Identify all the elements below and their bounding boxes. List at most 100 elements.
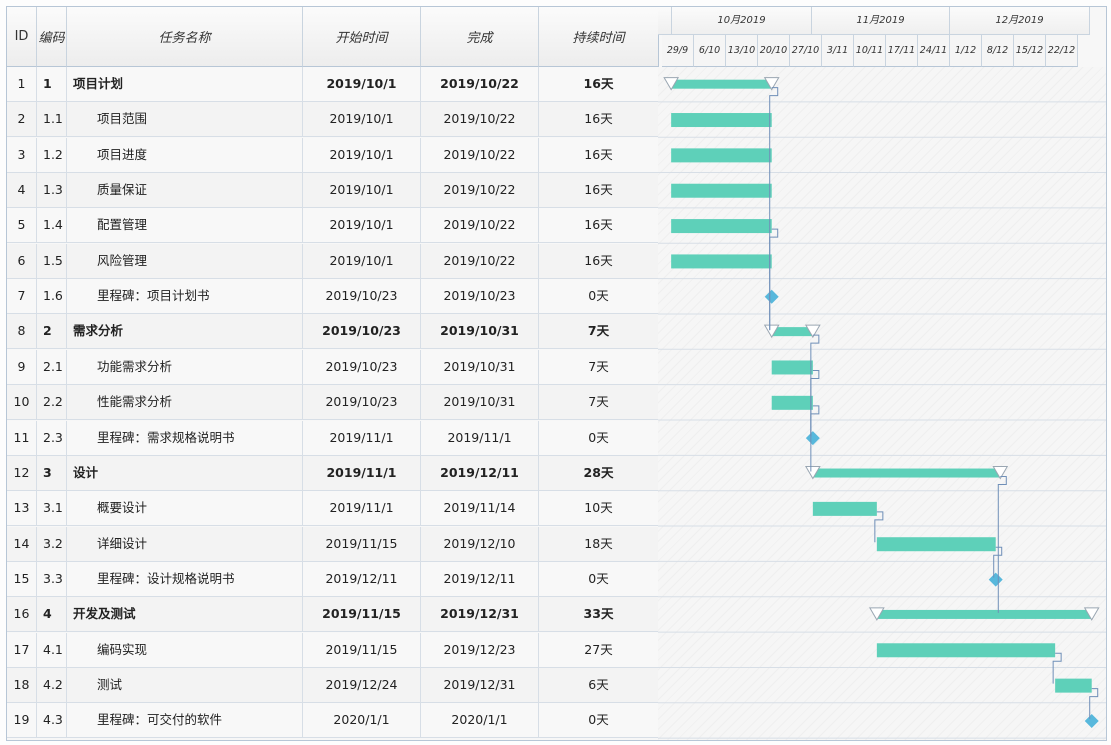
column-header-id[interactable]: ID xyxy=(7,7,37,67)
task-name[interactable]: 需求分析 xyxy=(67,314,303,349)
table-row[interactable]: 17 4.1 编码实现 2019/11/15 2019/12/23 27天 xyxy=(7,632,658,668)
task-end[interactable]: 2019/10/23 xyxy=(421,279,539,314)
table-row[interactable]: 3 1.2 项目进度 2019/10/1 2019/10/22 16天 xyxy=(7,137,658,173)
task-bar[interactable] xyxy=(771,360,813,375)
summary-bar[interactable] xyxy=(771,327,813,337)
task-name[interactable]: 风险管理 xyxy=(67,243,303,278)
table-row[interactable]: 6 1.5 风险管理 2019/10/1 2019/10/22 16天 xyxy=(7,243,658,279)
task-duration[interactable]: 16天 xyxy=(539,102,658,136)
task-duration[interactable]: 7天 xyxy=(539,385,658,419)
column-header-duration[interactable]: 持续时间 xyxy=(539,7,658,67)
task-duration[interactable]: 6天 xyxy=(539,668,658,702)
task-start[interactable]: 2019/11/1 xyxy=(303,455,421,490)
task-start[interactable]: 2019/11/15 xyxy=(303,632,421,667)
task-end[interactable]: 2019/10/22 xyxy=(421,137,539,172)
task-duration[interactable]: 16天 xyxy=(539,208,658,242)
task-end[interactable]: 2019/10/22 xyxy=(421,208,539,243)
table-row[interactable]: 1 1 项目计划 2019/10/1 2019/10/22 16天 xyxy=(7,67,658,102)
task-name[interactable]: 里程碑：设计规格说明书 xyxy=(67,561,303,596)
column-header-code[interactable]: 编码 xyxy=(37,7,67,67)
task-duration[interactable]: 16天 xyxy=(539,138,658,172)
task-name[interactable]: 项目计划 xyxy=(67,67,303,101)
task-end[interactable]: 2019/10/31 xyxy=(421,349,539,384)
task-duration[interactable]: 33天 xyxy=(539,597,658,631)
table-row[interactable]: 15 3.3 里程碑：设计规格说明书 2019/12/11 2019/12/11 0天 xyxy=(7,561,658,597)
task-name[interactable]: 编码实现 xyxy=(67,632,303,667)
column-header-start[interactable]: 开始时间 xyxy=(303,7,421,67)
task-name[interactable]: 项目范围 xyxy=(67,102,303,137)
summary-bar[interactable] xyxy=(812,468,1001,478)
task-end[interactable]: 2019/10/31 xyxy=(421,385,539,420)
task-name[interactable]: 项目进度 xyxy=(67,137,303,172)
task-bar[interactable] xyxy=(671,219,772,234)
table-row[interactable]: 12 3 设计 2019/11/1 2019/12/11 28天 xyxy=(7,455,658,491)
task-start[interactable]: 2019/10/1 xyxy=(303,67,421,101)
task-end[interactable]: 2019/10/22 xyxy=(421,67,539,101)
table-row[interactable]: 10 2.2 性能需求分析 2019/10/23 2019/10/31 7天 xyxy=(7,385,658,421)
task-name[interactable]: 里程碑：项目计划书 xyxy=(67,279,303,314)
table-row[interactable]: 7 1.6 里程碑：项目计划书 2019/10/23 2019/10/23 0天 xyxy=(7,279,658,315)
dependency-link[interactable] xyxy=(997,476,1007,613)
column-header-name[interactable]: 任务名称 xyxy=(67,7,303,67)
table-row[interactable]: 5 1.4 配置管理 2019/10/1 2019/10/22 16天 xyxy=(7,208,658,244)
task-name[interactable]: 设计 xyxy=(67,455,303,490)
milestone-marker[interactable] xyxy=(1084,713,1099,728)
task-bar[interactable] xyxy=(876,537,996,552)
task-end[interactable]: 2019/12/11 xyxy=(421,561,539,596)
task-end[interactable]: 2019/12/31 xyxy=(421,667,539,702)
task-start[interactable]: 2019/10/23 xyxy=(303,349,421,384)
task-bar[interactable] xyxy=(812,501,877,516)
task-duration[interactable]: 0天 xyxy=(539,703,658,737)
task-duration[interactable]: 16天 xyxy=(539,67,658,101)
task-duration[interactable]: 0天 xyxy=(539,562,658,596)
task-end[interactable]: 2019/12/31 xyxy=(421,597,539,632)
task-start[interactable]: 2019/10/1 xyxy=(303,102,421,137)
task-start[interactable]: 2019/11/1 xyxy=(303,491,421,526)
task-end[interactable]: 2019/11/14 xyxy=(421,491,539,526)
milestone-marker[interactable] xyxy=(805,431,820,446)
summary-bar[interactable] xyxy=(671,79,772,89)
task-duration[interactable]: 27天 xyxy=(539,633,658,667)
table-row[interactable]: 18 4.2 测试 2019/12/24 2019/12/31 6天 xyxy=(7,667,658,703)
summary-bar[interactable] xyxy=(876,609,1092,619)
task-start[interactable]: 2019/10/1 xyxy=(303,137,421,172)
task-duration[interactable]: 7天 xyxy=(539,314,658,348)
task-name[interactable]: 开发及测试 xyxy=(67,597,303,632)
task-end[interactable]: 2019/10/22 xyxy=(421,173,539,208)
task-duration[interactable]: 16天 xyxy=(539,173,658,207)
task-bar[interactable] xyxy=(671,254,772,269)
task-bar[interactable] xyxy=(876,643,1056,658)
task-start[interactable]: 2019/10/1 xyxy=(303,208,421,243)
task-duration[interactable]: 0天 xyxy=(539,279,658,313)
table-row[interactable]: 9 2.1 功能需求分析 2019/10/23 2019/10/31 7天 xyxy=(7,349,658,385)
task-start[interactable]: 2019/10/23 xyxy=(303,314,421,349)
task-name[interactable]: 功能需求分析 xyxy=(67,349,303,384)
task-name[interactable]: 配置管理 xyxy=(67,208,303,243)
table-row[interactable]: 11 2.3 里程碑：需求规格说明书 2019/11/1 2019/11/1 0天 xyxy=(7,420,658,456)
task-duration[interactable]: 7天 xyxy=(539,350,658,384)
task-name[interactable]: 里程碑：需求规格说明书 xyxy=(67,420,303,455)
task-start[interactable]: 2020/1/1 xyxy=(303,703,421,738)
table-row[interactable]: 4 1.3 质量保证 2019/10/1 2019/10/22 16天 xyxy=(7,173,658,209)
task-end[interactable]: 2019/10/22 xyxy=(421,102,539,137)
dependency-link[interactable] xyxy=(993,546,1003,578)
task-end[interactable]: 2019/12/23 xyxy=(421,632,539,667)
task-duration[interactable]: 16天 xyxy=(539,244,658,278)
dependency-link[interactable] xyxy=(810,405,820,437)
task-bar[interactable] xyxy=(671,148,772,163)
task-duration[interactable]: 10天 xyxy=(539,491,658,525)
task-end[interactable]: 2019/12/10 xyxy=(421,526,539,561)
task-start[interactable]: 2019/12/24 xyxy=(303,667,421,702)
table-row[interactable]: 14 3.2 详细设计 2019/11/15 2019/12/10 18天 xyxy=(7,526,658,562)
task-end[interactable]: 2019/10/22 xyxy=(421,243,539,278)
dependency-link[interactable] xyxy=(1089,688,1099,719)
milestone-marker[interactable] xyxy=(764,289,779,304)
table-row[interactable]: 8 2 需求分析 2019/10/23 2019/10/31 7天 xyxy=(7,314,658,350)
task-duration[interactable]: 18天 xyxy=(539,527,658,561)
task-start[interactable]: 2019/10/23 xyxy=(303,279,421,314)
task-end[interactable]: 2019/11/1 xyxy=(421,420,539,455)
column-header-end[interactable]: 完成 xyxy=(421,7,539,67)
task-start[interactable]: 2019/11/15 xyxy=(303,526,421,561)
table-row[interactable]: 19 4.3 里程碑：可交付的软件 2020/1/1 2020/1/1 0天 xyxy=(7,703,658,739)
task-name[interactable]: 测试 xyxy=(67,667,303,702)
